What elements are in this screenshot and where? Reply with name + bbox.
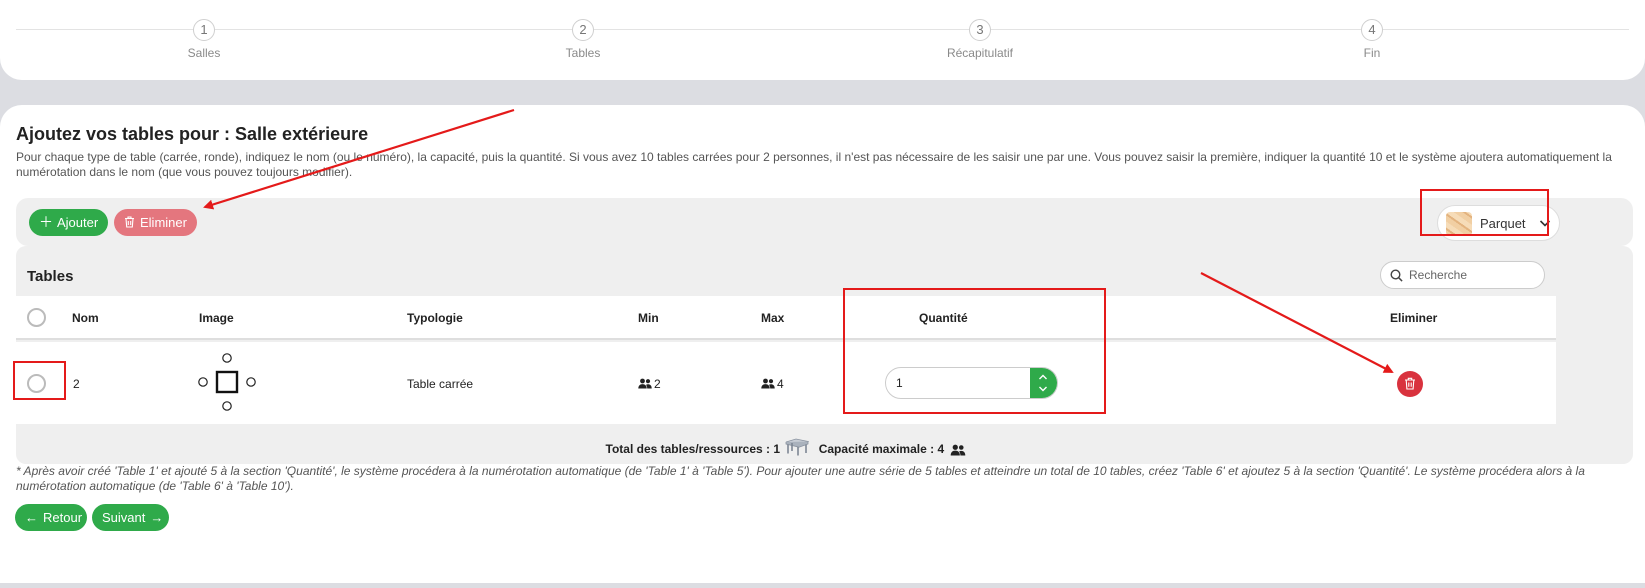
people-icon [761, 378, 775, 389]
wizard-stepper: 1 Salles 2 Tables 3 Récapitulatif 4 Fin [0, 0, 1645, 80]
totals-line: Total des tables/ressources : 1 Capacité… [16, 438, 1556, 456]
row-max: 4 [761, 377, 784, 391]
plus-icon: ＋ [39, 214, 53, 230]
step-tables[interactable]: 2 Tables [523, 19, 643, 60]
select-all-checkbox[interactable] [27, 308, 46, 327]
quantity-input[interactable] [896, 374, 1026, 392]
delete-button-label: Eliminer [140, 215, 187, 230]
delete-row-button[interactable] [1397, 371, 1423, 397]
step-number: 1 [193, 19, 215, 41]
tables-heading: Tables [27, 268, 74, 285]
row-select-checkbox[interactable] [27, 374, 46, 393]
chevron-down-icon [1539, 220, 1551, 227]
search-icon [1390, 269, 1403, 282]
column-max[interactable]: Max [761, 311, 784, 325]
column-min[interactable]: Min [638, 311, 659, 325]
people-icon [951, 444, 966, 456]
trash-icon [1405, 377, 1415, 390]
footnote: * Après avoir créé 'Table 1' et ajouté 5… [16, 464, 1585, 493]
delete-button[interactable]: Eliminer [114, 209, 197, 236]
step-number: 2 [572, 19, 594, 41]
quantity-spinner[interactable] [1030, 368, 1057, 398]
people-icon [638, 378, 652, 389]
row-typologie: Table carrée [407, 377, 474, 391]
add-button[interactable]: ＋ Ajouter [29, 209, 108, 236]
total-tables: Total des tables/ressources : 1 [605, 442, 781, 456]
row-min-value: 2 [654, 377, 661, 391]
step-number: 4 [1361, 19, 1383, 41]
quantity-stepper[interactable] [885, 367, 1058, 399]
arrow-left-icon: ← [25, 510, 38, 525]
add-button-label: Ajouter [57, 215, 99, 230]
table-header: Nom Image Typologie Min Max Quantité Eli… [16, 296, 1556, 340]
main-card: Ajoutez vos tables pour : Salle extérieu… [0, 105, 1645, 583]
column-image: Image [199, 311, 234, 325]
back-button-label: Retour [43, 510, 83, 525]
intro-text: Pour chaque type de table (carrée, ronde… [16, 150, 1612, 179]
step-label: Tables [565, 46, 601, 60]
search-input[interactable] [1409, 265, 1539, 285]
step-label: Récapitulatif [946, 46, 1014, 60]
arrow-right-icon: → [150, 510, 164, 525]
floor-type-select[interactable]: Parquet [1437, 205, 1560, 241]
column-nom[interactable]: Nom [72, 311, 99, 325]
row-max-value: 4 [777, 377, 784, 391]
chevron-up-icon[interactable] [1038, 373, 1048, 381]
trash-icon [125, 216, 134, 228]
chevron-down-icon[interactable] [1038, 385, 1048, 393]
step-salles[interactable]: 1 Salles [144, 19, 264, 60]
tables-panel: Tables Nom Image Typologie Min Max Quant… [16, 246, 1633, 464]
toolbar: ＋ Ajouter Eliminer Parquet [16, 198, 1633, 246]
page-title: Ajoutez vos tables pour : Salle extérieu… [16, 124, 369, 144]
step-label: Fin [1363, 46, 1381, 60]
floor-type-label: Parquet [1480, 216, 1526, 231]
table-row: 2 Table carrée 2 4 1 [16, 342, 1556, 424]
table-furniture-icon [785, 438, 810, 456]
search-box[interactable] [1380, 261, 1545, 289]
row-min: 2 [638, 377, 661, 391]
next-button-label: Suivant [102, 510, 146, 525]
column-quantite: Quantité [919, 311, 968, 325]
step-label: Salles [187, 46, 221, 60]
step-fin[interactable]: 4 Fin [1312, 19, 1432, 60]
next-button[interactable]: Suivant → [92, 504, 169, 531]
column-eliminer: Eliminer [1390, 311, 1438, 325]
step-recapitulatif[interactable]: 3 Récapitulatif [920, 19, 1040, 60]
max-capacity: Capacité maximale : 4 [818, 442, 945, 456]
back-button[interactable]: ← Retour [15, 504, 87, 531]
row-name: 2 [73, 377, 80, 391]
step-number: 3 [969, 19, 991, 41]
square-table-icon [198, 353, 256, 411]
parquet-swatch-icon [1446, 212, 1472, 236]
column-typologie[interactable]: Typologie [407, 311, 463, 325]
